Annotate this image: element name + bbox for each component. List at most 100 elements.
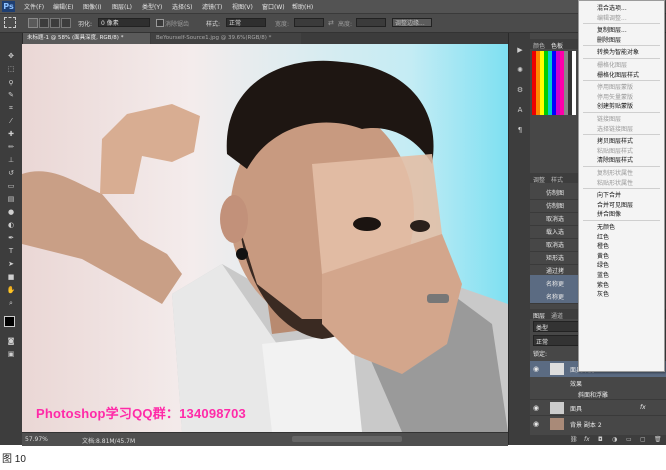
layer-effects-row[interactable]: 效果 (530, 377, 666, 388)
context-menu-item[interactable]: 拼合图像 (597, 209, 621, 218)
fx-badge[interactable]: fx (640, 404, 646, 411)
visibility-eye-icon[interactable]: ◉ (533, 404, 539, 412)
play-action-icon[interactable]: ▶ (513, 45, 527, 55)
zoom-tool-icon[interactable]: ⌕ (4, 298, 18, 308)
menu-select[interactable]: 选择(S) (172, 2, 193, 11)
eraser-tool-icon[interactable]: ▭ (4, 181, 18, 191)
blur-tool-icon[interactable]: ● (4, 207, 18, 217)
history-item[interactable]: 名称更 (546, 292, 564, 301)
height-input[interactable] (356, 18, 386, 27)
brush-tool-icon[interactable]: ✏ (4, 142, 18, 152)
history-item[interactable]: 矩形选 (546, 253, 564, 262)
context-menu-item[interactable]: 混合选项... (597, 3, 627, 12)
menu-edit[interactable]: 编辑(E) (53, 2, 73, 11)
visibility-eye-icon[interactable]: ◉ (533, 365, 539, 373)
marquee-tool-icon[interactable]: ⬚ (4, 64, 18, 74)
menu-help[interactable]: 帮助(H) (292, 2, 313, 11)
tab-channels[interactable]: 通道 (551, 311, 563, 320)
tab-layers[interactable]: 图层 (533, 311, 545, 320)
healing-brush-tool-icon[interactable]: ✚ (4, 129, 18, 139)
context-menu-item[interactable]: 复制图层... (597, 25, 627, 34)
shape-tool-icon[interactable]: ■ (4, 272, 18, 282)
add-selection-icon[interactable] (39, 18, 49, 28)
context-menu-item[interactable]: 清除图层样式 (597, 155, 633, 164)
character-panel-icon[interactable]: A (513, 105, 527, 115)
history-item[interactable]: 仿制图 (546, 201, 564, 210)
menu-view[interactable]: 视图(V) (232, 2, 253, 11)
context-menu-item[interactable]: 栅格化图层样式 (597, 70, 639, 79)
add-mask-icon[interactable]: ◘ (598, 436, 603, 443)
gradient-tool-icon[interactable]: ▤ (4, 194, 18, 204)
layer-name[interactable]: 背景 副本 2 (570, 420, 602, 429)
dodge-tool-icon[interactable]: ◐ (4, 220, 18, 230)
feather-input[interactable]: 0 像素 (98, 18, 150, 27)
context-menu-item[interactable]: 紫色 (597, 280, 609, 289)
blend-mode-select[interactable]: 正常 (533, 335, 579, 346)
lasso-tool-icon[interactable]: ϙ (4, 77, 18, 87)
context-menu-item[interactable]: 无颜色 (597, 222, 615, 231)
layer-row[interactable]: ◉ 面具 fx (530, 399, 666, 416)
new-selection-icon[interactable] (28, 18, 38, 28)
document-canvas[interactable]: Photoshop学习QQ群：134098703 (22, 44, 508, 432)
adjustment-layer-icon[interactable]: ◑ (612, 436, 617, 443)
context-menu-item[interactable]: 创建剪贴蒙版 (597, 101, 633, 110)
menu-file[interactable]: 文件(F) (24, 2, 44, 11)
paragraph-panel-icon[interactable]: ¶ (513, 125, 527, 135)
history-item[interactable]: 取消选 (546, 214, 564, 223)
layer-filter-kind[interactable]: 类型 (533, 321, 579, 332)
add-style-icon[interactable]: fx (584, 436, 590, 443)
menu-image[interactable]: 图像(I) (83, 2, 101, 11)
tab-untitled-1[interactable]: 未标题-1 @ 58% (面具深度, RGB/8) * (22, 33, 150, 44)
antialias-checkbox[interactable] (156, 19, 164, 27)
refine-edge-button[interactable]: 调整边缘... (392, 18, 432, 27)
menu-type[interactable]: 类型(Y) (142, 2, 162, 11)
menu-layer[interactable]: 图层(L) (112, 2, 132, 11)
screen-mode-icon[interactable]: ▣ (4, 349, 18, 359)
foreground-color-swatch[interactable] (4, 316, 15, 327)
layer-effect-bevel-row[interactable]: 斜面和浮雕 (530, 388, 666, 399)
context-menu-item[interactable]: 转换为智能对象 (597, 47, 639, 56)
history-item[interactable]: 名称更 (546, 279, 564, 288)
intersect-selection-icon[interactable] (61, 18, 71, 28)
tab-swatches[interactable]: 色板 (551, 41, 563, 50)
context-menu-item[interactable]: 蓝色 (597, 270, 609, 279)
history-item[interactable]: 载入选 (546, 227, 564, 236)
history-brush-tool-icon[interactable]: ↺ (4, 168, 18, 178)
history-item[interactable]: 通过拷 (546, 266, 564, 275)
move-tool-icon[interactable]: ✥ (4, 51, 18, 61)
tab-styles[interactable]: 样式 (551, 175, 563, 184)
hand-tool-icon[interactable]: ✋ (4, 285, 18, 295)
path-select-tool-icon[interactable]: ➤ (4, 259, 18, 269)
layer-name[interactable]: 面具 (570, 404, 582, 413)
swatches-grid[interactable] (532, 51, 576, 115)
style-select[interactable]: 正常 (226, 18, 266, 27)
history-item[interactable]: 取消选 (546, 240, 564, 249)
quick-select-tool-icon[interactable]: ✎ (4, 90, 18, 100)
context-menu-item[interactable]: 绿色 (597, 260, 609, 269)
width-input[interactable] (294, 18, 324, 27)
delete-layer-icon[interactable]: 🗑 (654, 436, 662, 443)
visibility-eye-icon[interactable]: ◉ (533, 420, 539, 428)
type-tool-icon[interactable]: T (4, 246, 18, 256)
new-group-icon[interactable]: ▭ (626, 436, 632, 443)
crop-tool-icon[interactable]: ⌗ (4, 103, 18, 113)
swap-dimensions-icon[interactable]: ⇄ (328, 19, 334, 27)
context-menu-item[interactable]: 红色 (597, 232, 609, 241)
context-menu-item[interactable]: 删除图层 (597, 35, 621, 44)
brush-settings-icon[interactable]: ✺ (513, 65, 527, 75)
eyedropper-tool-icon[interactable]: ⁄ (4, 116, 18, 126)
context-menu-item[interactable]: 拷贝图层样式 (597, 136, 633, 145)
tab-color[interactable]: 颜色 (533, 41, 545, 50)
quick-mask-icon[interactable]: ◙ (4, 336, 18, 346)
context-menu-item[interactable]: 向下合并 (597, 190, 621, 199)
new-layer-icon[interactable]: ▢ (640, 436, 646, 443)
horizontal-scrollbar[interactable] (292, 436, 402, 442)
context-menu-item[interactable]: 橙色 (597, 241, 609, 250)
zoom-level[interactable]: 57.97% (25, 436, 48, 443)
history-item[interactable]: 仿制图 (546, 188, 564, 197)
clone-stamp-tool-icon[interactable]: ⊥ (4, 155, 18, 165)
subtract-selection-icon[interactable] (50, 18, 60, 28)
tab-source-jpg[interactable]: BeYourself-Source1.jpg @ 39.6%(RGB/8) * (151, 33, 301, 44)
pen-tool-icon[interactable]: ✒ (4, 233, 18, 243)
link-layers-icon[interactable]: ⛓ (570, 436, 578, 443)
